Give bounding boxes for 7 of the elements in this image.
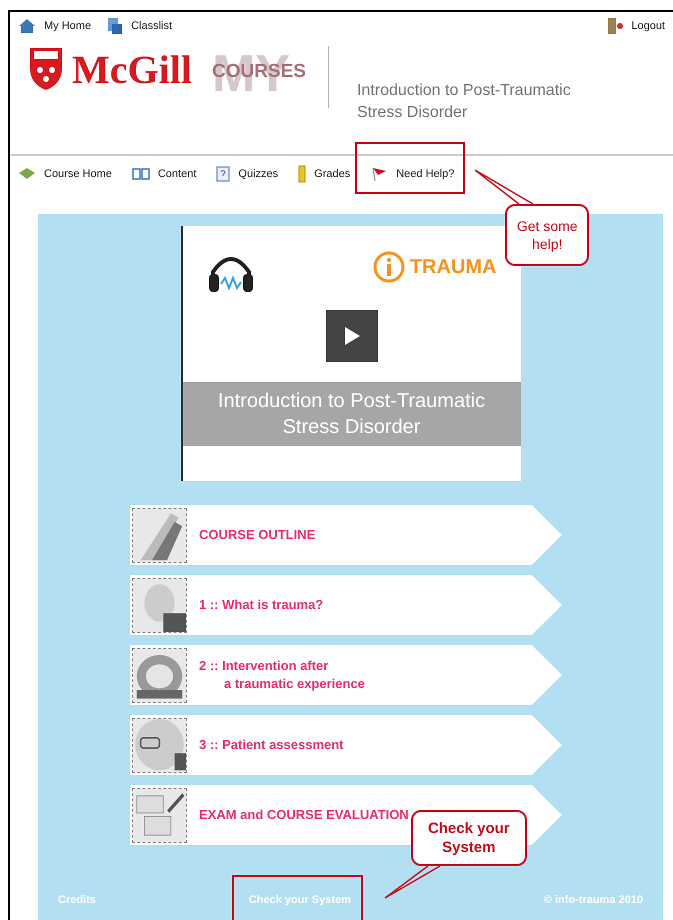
course-title: Introduction to Post-Traumatic Stress Disorder [356,81,572,123]
callout-tooltip: Check your System [410,810,527,866]
mcgill-logo: McGill [72,46,192,94]
video-title: Introduction to Post-Traumatic Stress Disorder [182,382,520,446]
copyright-text: © info-trauma 2010 [544,892,643,908]
callout-tooltip: Get some help! [505,204,590,266]
brand-logo: TRAUMA [410,255,496,280]
